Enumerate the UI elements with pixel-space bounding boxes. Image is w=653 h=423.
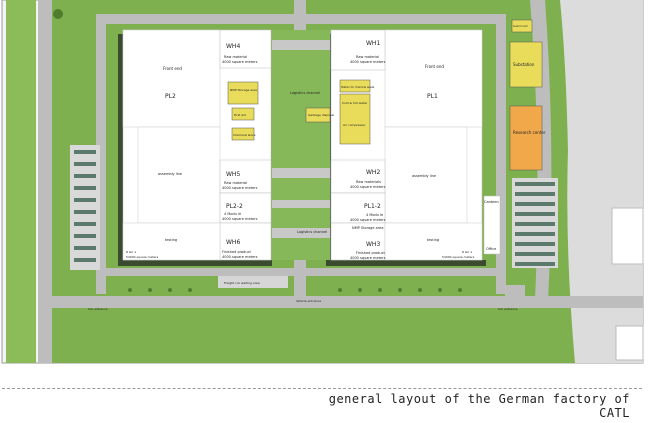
wh3-name: WH3 [366, 241, 380, 248]
parking-west [70, 145, 100, 270]
wh1-desc2: 4000 square meters [350, 60, 386, 64]
dock-middle [272, 168, 330, 178]
pl2-area1: 8 Gri 1 [126, 250, 136, 254]
dock-lower [272, 200, 330, 208]
wh4-desc2: 4000 square meters [222, 60, 258, 64]
vehicle-entrance-label: Vehicle entrance [296, 299, 321, 303]
pl1-assembly-label: assembly line [412, 174, 436, 178]
road-south [40, 296, 643, 308]
wh1-building [330, 29, 386, 71]
nmp-storage-label: NMP Storage area [352, 226, 383, 230]
station-label: Station for chemical waste [341, 85, 375, 89]
tree-icon [53, 9, 63, 19]
wh5-name: WH5 [226, 171, 240, 178]
wh4-name: WH4 [226, 43, 240, 50]
dock-top [272, 40, 330, 50]
pl2-front-end-zone [122, 29, 221, 128]
wh2-desc1: Raw materials [356, 180, 381, 184]
wh6-name: WH6 [226, 239, 240, 246]
cold-water-label: Cold & hot water [342, 101, 368, 105]
pl2-2-name: PL2-2 [226, 203, 243, 210]
logistics-top-label: Logistics channel [290, 91, 320, 95]
center-strip [272, 30, 330, 260]
outside-building-2 [615, 325, 644, 361]
wh1-desc1: Raw material [356, 55, 379, 59]
pl2-2-desc2: 4000 square meters [222, 217, 258, 221]
pl2-area2: 54000 square meters [126, 255, 159, 259]
first-aid-label: First aid [234, 113, 246, 117]
garbage-label: Garbage disposal [308, 113, 334, 117]
wh4-desc1: Raw material [224, 55, 247, 59]
research-center-building [509, 105, 543, 171]
road-inner-south [106, 268, 496, 276]
car-entrance-right-label: Car entrance [498, 307, 518, 311]
pl1-testing-label: testing [427, 238, 439, 242]
wh2-desc2: 4000 square meters [350, 185, 386, 189]
pl1-2-desc2: 4000 square meters [350, 218, 386, 222]
wh5-desc1: Raw material [224, 181, 247, 185]
outside-road-area [560, 0, 643, 363]
office-label: Office [486, 247, 496, 251]
parking-east [512, 178, 558, 268]
wh5-desc2: 4000 square meters [222, 186, 258, 190]
pl2-testing-label: testing [165, 238, 177, 242]
canteen-label: Canteen [484, 200, 499, 204]
pl1-area1: 8 Gri 1 [462, 250, 472, 254]
road-west [38, 0, 52, 363]
left-green-strip [6, 0, 36, 363]
pl2-assembly-label: assembly line [158, 172, 182, 176]
wh2-name: WH2 [366, 169, 380, 176]
wh3-desc1: Finished product [356, 251, 386, 255]
pl2-front-label: Front end [163, 66, 182, 71]
site-plan: WH4 Raw material 4000 square meters WH1 … [1, 0, 644, 364]
substation-label: Substation [513, 62, 535, 67]
wh3-desc2: 4000 square meters [350, 256, 386, 260]
wh1-name: WH1 [366, 40, 380, 47]
center-nmp-label: NMP Storage area [230, 88, 257, 92]
caption-divider [2, 388, 642, 389]
chem-store-label: Chemical store [233, 133, 256, 137]
pl2-2-desc1: 4 Modu le [224, 212, 241, 216]
wh6-desc1: Finished product [222, 250, 252, 254]
pl1-2-name: PL1-2 [364, 203, 381, 210]
pl1-area2: 54000 square meters [442, 255, 475, 259]
car-entrance-left-label: Car entrance [88, 307, 108, 311]
outside-building-1 [611, 207, 644, 265]
freight-label: Freight car waiting area [224, 281, 260, 285]
nmp-storage-center [227, 81, 259, 105]
pl2-name: PL2 [165, 93, 176, 100]
canteen-office-building [483, 195, 501, 255]
air-comp-label: Air compressor [343, 123, 366, 127]
pl1-front-label: Front end [425, 64, 444, 69]
wh6-desc2: 4000 square meters [222, 255, 258, 259]
figure-caption: general layout of the German factory of … [328, 392, 630, 420]
research-label: Research center [513, 130, 546, 135]
guard-label: Guard room [513, 24, 528, 28]
logistics-bottom-label: Logistics channel [297, 230, 327, 234]
pl1-name: PL1 [427, 93, 438, 100]
pl1-2-desc1: 4 Modu le [366, 213, 383, 217]
road-east-link [505, 285, 525, 305]
pl1-front-end-zone [384, 29, 483, 128]
